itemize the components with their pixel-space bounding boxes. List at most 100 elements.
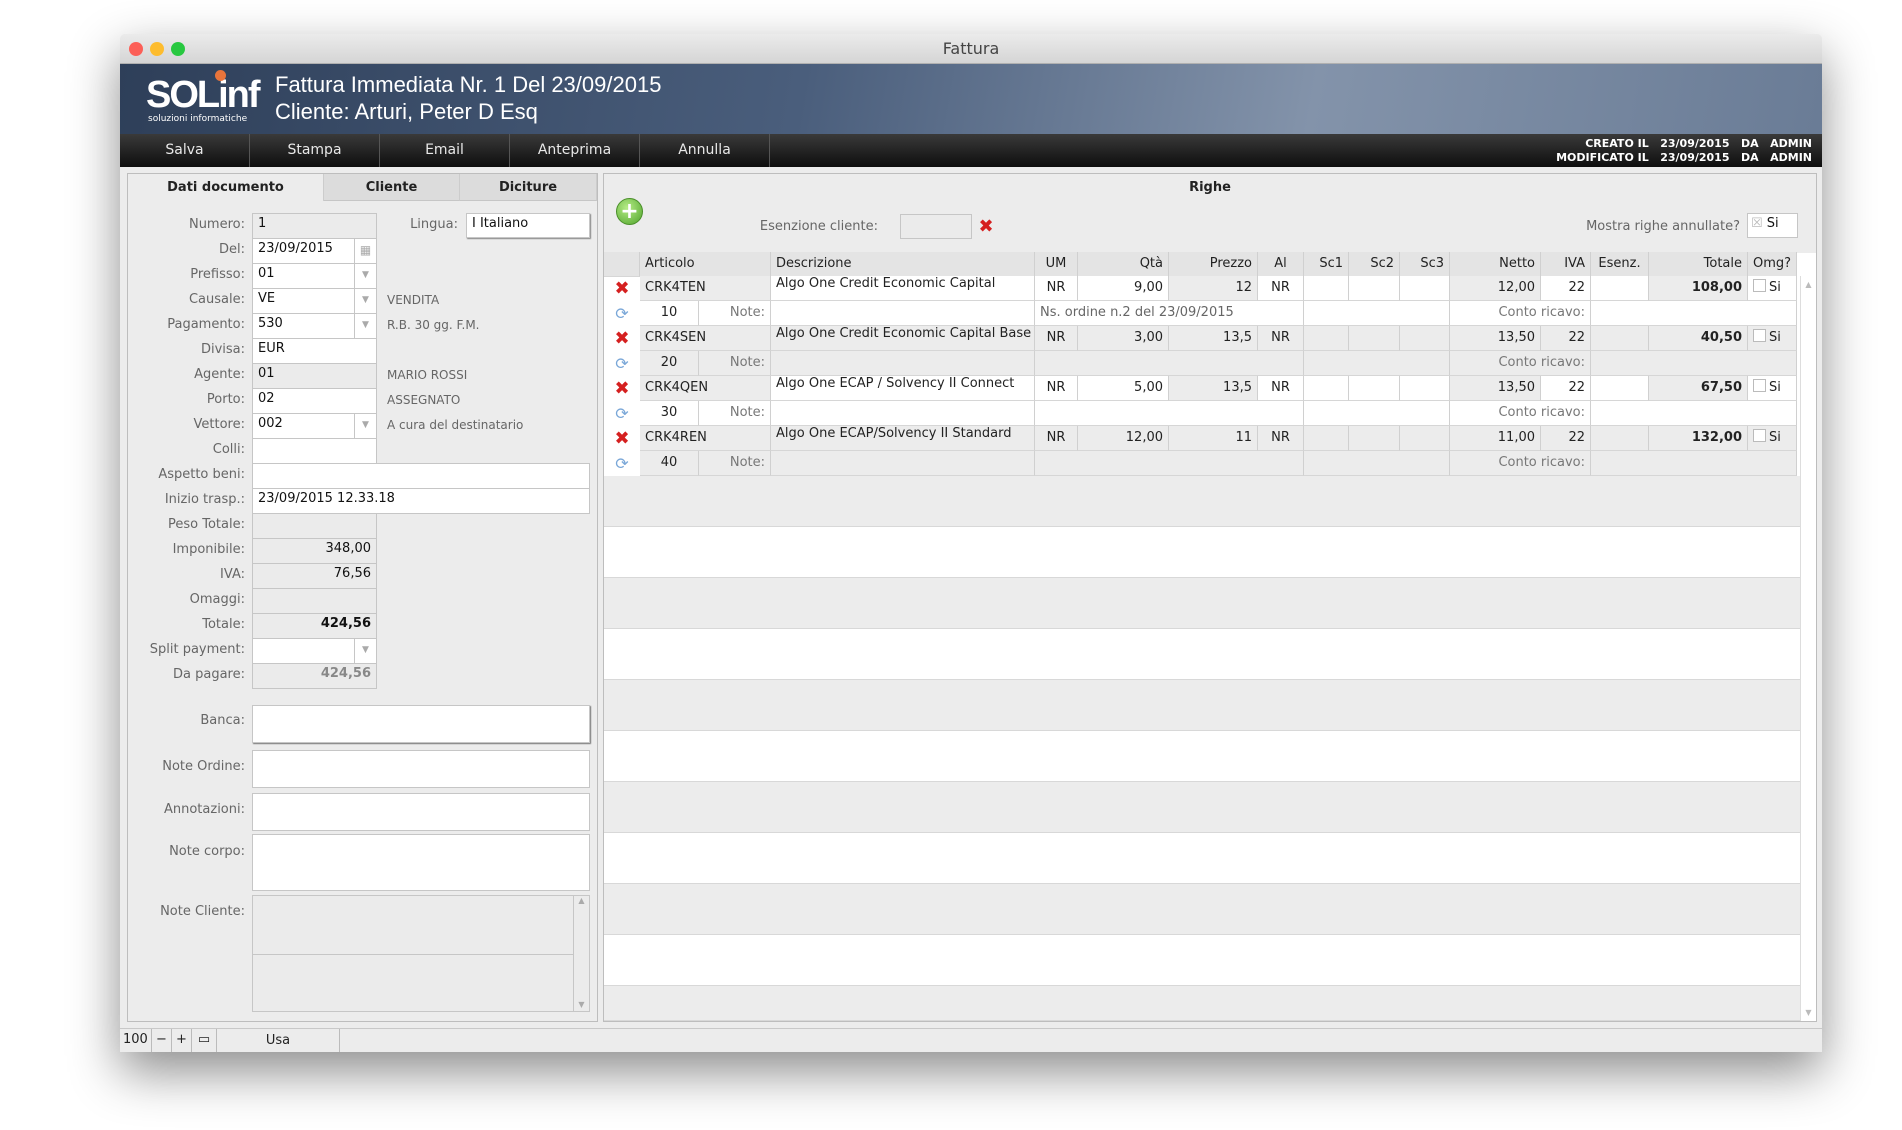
- cell-qta[interactable]: 5,00: [1078, 376, 1169, 401]
- cancel-button[interactable]: Annulla: [640, 134, 770, 167]
- cell-empty[interactable]: [1349, 376, 1400, 401]
- note-field[interactable]: [771, 401, 1035, 426]
- cell-descrizione[interactable]: Algo One ECAP / Solvency II Connect: [771, 376, 1035, 401]
- conto-ricavo-field[interactable]: [1591, 401, 1797, 426]
- close-icon[interactable]: [129, 42, 143, 56]
- numero-field[interactable]: 1: [252, 213, 377, 239]
- column-header-esenz[interactable]: Esenz.: [1591, 252, 1649, 277]
- totale-field[interactable]: 424,56: [252, 613, 377, 639]
- note-text[interactable]: [1035, 351, 1304, 376]
- column-header-prezzo[interactable]: Prezzo: [1169, 252, 1258, 277]
- cell-um[interactable]: NR: [1035, 426, 1078, 451]
- refresh-row-icon[interactable]: ⟳: [604, 351, 640, 376]
- calendar-icon[interactable]: ▦: [354, 239, 376, 263]
- chevron-down-icon[interactable]: ▼: [354, 264, 376, 288]
- cell-al[interactable]: NR: [1258, 426, 1304, 451]
- note-field[interactable]: [771, 301, 1035, 326]
- column-header-totale[interactable]: Totale: [1649, 252, 1748, 277]
- omaggio-checkbox[interactable]: Si: [1748, 426, 1797, 451]
- omaggio-checkbox[interactable]: Si: [1748, 376, 1797, 401]
- omaggio-checkbox[interactable]: Si: [1748, 276, 1797, 301]
- print-button[interactable]: Stampa: [250, 134, 380, 167]
- scroll-down-icon[interactable]: ▼: [574, 1000, 589, 1009]
- refresh-row-icon[interactable]: ⟳: [604, 401, 640, 426]
- lingua-field[interactable]: I Italiano: [466, 213, 590, 238]
- conto-ricavo-field[interactable]: [1591, 351, 1797, 376]
- cell-empty[interactable]: [1349, 276, 1400, 301]
- column-header-articolo[interactable]: Articolo: [640, 252, 771, 277]
- cell-prezzo[interactable]: 13,5: [1169, 326, 1258, 351]
- omaggio-checkbox-box[interactable]: [1753, 329, 1766, 342]
- column-header-netto[interactable]: Netto: [1450, 252, 1541, 277]
- add-row-icon[interactable]: +: [616, 198, 643, 225]
- imponibile-field[interactable]: 348,00: [252, 538, 377, 564]
- mode-label[interactable]: Usa: [217, 1029, 340, 1052]
- omaggio-checkbox-box[interactable]: [1753, 429, 1766, 442]
- cell-empty[interactable]: [1400, 276, 1450, 301]
- agente-field[interactable]: 01: [252, 363, 377, 389]
- minimize-icon[interactable]: [150, 42, 164, 56]
- cell-iva[interactable]: 22: [1541, 376, 1591, 401]
- cell-empty[interactable]: [1400, 426, 1450, 451]
- cell-empty[interactable]: [1304, 426, 1349, 451]
- refresh-row-icon[interactable]: ⟳: [604, 451, 640, 476]
- tab-cliente[interactable]: Cliente: [324, 174, 460, 201]
- delete-row-icon[interactable]: ✖: [604, 326, 640, 351]
- chevron-down-icon[interactable]: ▼: [354, 289, 376, 313]
- cell-descrizione[interactable]: Algo One Credit Economic Capital: [771, 276, 1035, 301]
- conto-ricavo-field[interactable]: [1591, 451, 1797, 476]
- annotazioni-field[interactable]: [252, 793, 590, 831]
- cell-qta[interactable]: 9,00: [1078, 276, 1169, 301]
- cell-empty[interactable]: [1591, 276, 1649, 301]
- causale-field[interactable]: VE ▼: [252, 288, 377, 314]
- tab-diciture[interactable]: Diciture: [460, 174, 597, 201]
- cell-empty[interactable]: [1591, 326, 1649, 351]
- cell-prezzo[interactable]: 11: [1169, 426, 1258, 451]
- scroll-up-icon[interactable]: ▲: [574, 896, 589, 905]
- zoom-out-icon[interactable]: −: [151, 1029, 171, 1052]
- note-text[interactable]: [1035, 401, 1304, 426]
- omaggio-checkbox[interactable]: Si: [1748, 326, 1797, 351]
- note-ordine-field[interactable]: [252, 750, 590, 788]
- zoom-icon[interactable]: [171, 42, 185, 56]
- refresh-row-icon[interactable]: ⟳: [604, 301, 640, 326]
- cell-qta[interactable]: 12,00: [1078, 426, 1169, 451]
- omaggio-checkbox-box[interactable]: [1753, 379, 1766, 392]
- del-field[interactable]: 23/09/2015 ▦: [252, 238, 377, 264]
- preview-button[interactable]: Anteprima: [510, 134, 640, 167]
- delete-row-icon[interactable]: ✖: [604, 426, 640, 451]
- column-header-omg[interactable]: Omg?: [1748, 252, 1797, 277]
- dapagare-field[interactable]: 424,56: [252, 663, 377, 689]
- cell-empty[interactable]: [1304, 326, 1349, 351]
- prefisso-field[interactable]: 01 ▼: [252, 263, 377, 289]
- cell-iva[interactable]: 22: [1541, 276, 1591, 301]
- divisa-field[interactable]: EUR: [252, 338, 377, 364]
- delete-row-icon[interactable]: ✖: [604, 376, 640, 401]
- mostra-annullate-checkbox[interactable]: ☒ Si: [1747, 213, 1798, 238]
- cell-empty[interactable]: [1304, 276, 1349, 301]
- cell-iva[interactable]: 22: [1541, 326, 1591, 351]
- tab-dati-documento[interactable]: Dati documento: [128, 174, 324, 201]
- note-text[interactable]: Ns. ordine n.2 del 23/09/2015: [1035, 301, 1304, 326]
- note-cliente-field[interactable]: ▲ ▼: [252, 895, 590, 1012]
- banca-field[interactable]: [252, 705, 590, 743]
- cell-empty[interactable]: [1400, 326, 1450, 351]
- iniziotrasp-field[interactable]: 23/09/2015 12.33.18: [252, 488, 590, 514]
- cell-prezzo[interactable]: 13,5: [1169, 376, 1258, 401]
- conto-ricavo-field[interactable]: [1591, 301, 1797, 326]
- cell-empty[interactable]: [1591, 426, 1649, 451]
- vettore-field[interactable]: 002 ▼: [252, 413, 377, 439]
- cell-um[interactable]: NR: [1035, 326, 1078, 351]
- cell-empty[interactable]: [1349, 426, 1400, 451]
- cell-um[interactable]: NR: [1035, 376, 1078, 401]
- cell-empty[interactable]: [1304, 376, 1349, 401]
- column-header-descrizione[interactable]: Descrizione: [771, 252, 1035, 277]
- table-scrollbar[interactable]: ▲ ▼: [1800, 276, 1816, 1021]
- column-header-al[interactable]: Al: [1258, 252, 1304, 277]
- cell-al[interactable]: NR: [1258, 326, 1304, 351]
- pesototale-field[interactable]: [252, 513, 377, 539]
- colli-field[interactable]: [252, 438, 377, 464]
- cell-um[interactable]: NR: [1035, 276, 1078, 301]
- cell-empty[interactable]: [1591, 376, 1649, 401]
- note-field[interactable]: [771, 451, 1035, 476]
